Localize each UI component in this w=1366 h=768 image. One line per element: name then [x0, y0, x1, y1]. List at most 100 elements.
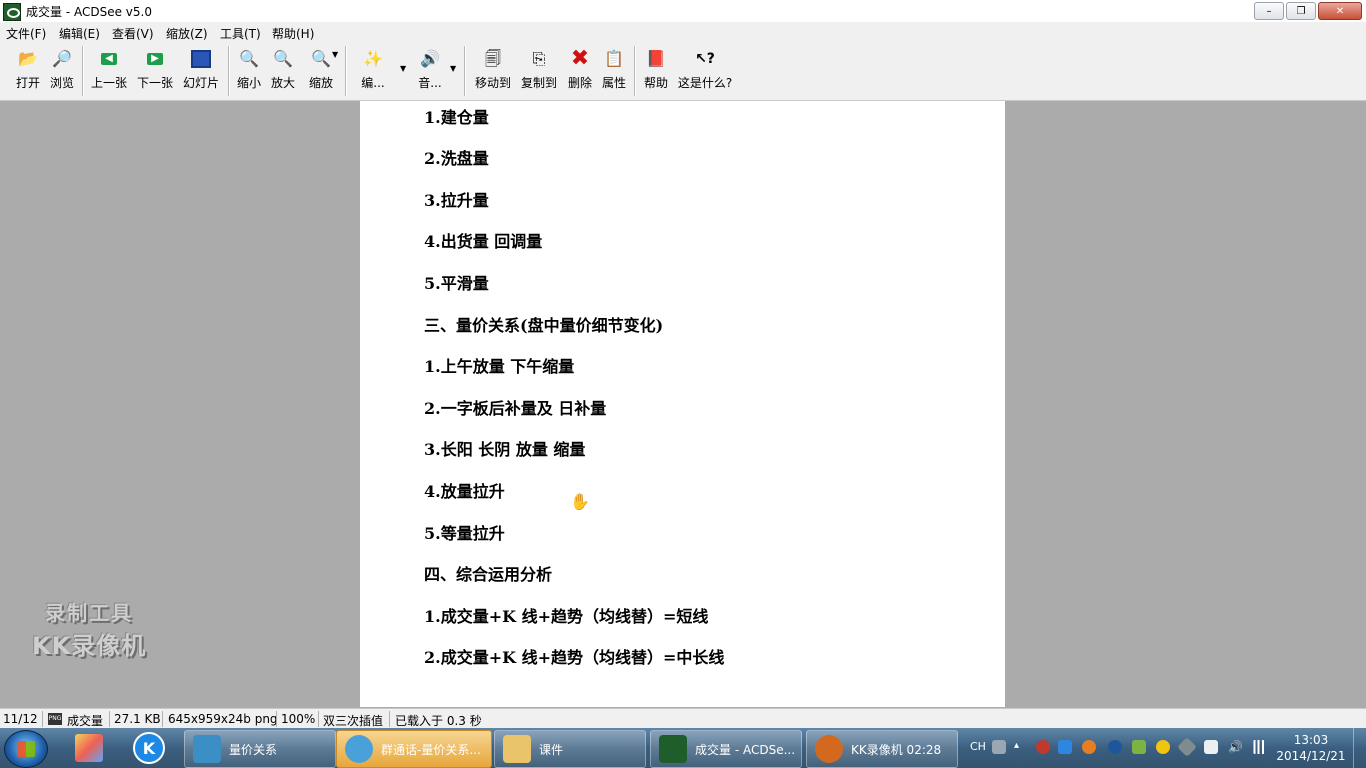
- taskbar-item[interactable]: 群通话-量价关系...: [336, 730, 492, 768]
- browse-button[interactable]: 🔎 浏览: [46, 48, 78, 91]
- status-filesize: 27.1 KB: [114, 712, 161, 726]
- clock-date: 2014/12/21: [1276, 749, 1346, 763]
- status-zoom: 100%: [281, 712, 316, 726]
- taskbar-item[interactable]: 课件: [494, 730, 646, 768]
- toolbar: 📂 打开 🔎 浏览 ◀ 上一张 ▶ 下一张 幻灯片 🔍 缩小 🔍 放大 🔍 缩放…: [0, 42, 1366, 101]
- doc-line: 3.长阳 长阴 放量 缩量: [424, 440, 586, 459]
- toolbar-separator: [82, 46, 84, 96]
- open-button[interactable]: 📂 打开: [12, 48, 44, 91]
- whats-this-icon: ↖?: [695, 51, 715, 67]
- zoom-in-button[interactable]: 🔍 放大: [268, 48, 298, 91]
- keyboard-icon[interactable]: [992, 740, 1006, 754]
- language-indicator[interactable]: CH: [970, 740, 986, 753]
- slideshow-icon: [190, 48, 212, 70]
- doc-line: 2.一字板后补量及 日补量: [424, 399, 607, 418]
- graduation-cap-icon: [193, 735, 221, 763]
- menu-edit[interactable]: 编辑(E): [59, 25, 100, 42]
- doc-line: 1.上午放量 下午缩量: [424, 357, 575, 376]
- volume-icon[interactable]: 🔊: [1228, 740, 1243, 754]
- network-diamond-icon[interactable]: [1177, 737, 1197, 757]
- menu-bar: 文件(F) 编辑(E) 查看(V) 缩放(Z) 工具(T) 帮助(H): [0, 22, 1366, 42]
- taskbar-item[interactable]: KK录像机 02:28: [806, 730, 958, 768]
- audio-dropdown-arrow-icon[interactable]: ▼: [450, 64, 456, 73]
- help-label: 帮助: [643, 76, 668, 90]
- next-label: 下一张: [136, 76, 173, 90]
- recorder-tray-icon[interactable]: [1082, 740, 1096, 754]
- image-viewer[interactable]: 1.建仓量 2.洗盘量 3.拉升量 4.出货量 回调量 5.平滑量 三、量价关系…: [0, 101, 1366, 707]
- properties-button[interactable]: 📋 属性: [600, 48, 628, 91]
- delete-button[interactable]: ✖ 删除: [566, 48, 594, 91]
- doc-line: 四、综合运用分析: [424, 565, 553, 584]
- audio-button[interactable]: 🔊 音...: [414, 48, 446, 91]
- pinned-kk-app-icon[interactable]: K: [132, 732, 166, 764]
- menu-file[interactable]: 文件(F): [6, 25, 46, 42]
- edit-button[interactable]: ✨ 编...: [356, 48, 390, 91]
- status-filename: 成交量: [67, 714, 104, 728]
- status-interpolation: 双三次插值: [323, 714, 384, 728]
- menu-view[interactable]: 查看(V): [112, 25, 154, 42]
- toolbar-separator: [464, 46, 466, 96]
- show-desktop-button[interactable]: [1353, 728, 1366, 768]
- pinned-paint-app-icon[interactable]: [72, 732, 106, 764]
- menu-tools[interactable]: 工具(T): [220, 25, 261, 42]
- zoom-in-icon: 🔍: [273, 49, 293, 68]
- whats-this-label: 这是什么?: [677, 76, 733, 90]
- move-to-label: 移动到: [474, 76, 511, 90]
- copy-to-icon: ⎘: [532, 49, 546, 68]
- previous-label: 上一张: [90, 76, 127, 90]
- shield-icon[interactable]: [1058, 740, 1072, 754]
- status-divider: [276, 711, 277, 727]
- acdsee-eye-icon: [659, 735, 687, 763]
- task-label: 成交量 - ACDSe...: [695, 743, 796, 757]
- task-label: 课件: [539, 743, 564, 757]
- menu-zoom[interactable]: 缩放(Z): [166, 25, 208, 42]
- usb-device-icon[interactable]: [1204, 740, 1218, 754]
- status-bar: 11/12 PNG 成交量 27.1 KB 645x959x24b png 10…: [0, 708, 1366, 729]
- zoom-dropdown-arrow-icon[interactable]: ▼: [332, 50, 338, 59]
- zoom-out-button[interactable]: 🔍 缩小: [234, 48, 264, 91]
- status-index: 11/12: [3, 712, 38, 726]
- help-button[interactable]: 📕 帮助: [642, 48, 670, 91]
- edit-dropdown-arrow-icon[interactable]: ▼: [400, 64, 406, 73]
- move-to-button[interactable]: 🗐 移动到: [474, 48, 512, 91]
- status-divider: [318, 711, 319, 727]
- folder-icon: [503, 735, 531, 763]
- acdsee-app-icon[interactable]: [3, 3, 21, 21]
- chevron-icon[interactable]: ▴: [1014, 740, 1028, 754]
- qq-icon[interactable]: [1156, 740, 1170, 754]
- maximize-button[interactable]: ❐: [1286, 2, 1316, 20]
- antivirus-icon[interactable]: [1036, 740, 1050, 754]
- signal-bars-icon[interactable]: [1252, 740, 1266, 754]
- copy-to-button[interactable]: ⎘ 复制到: [520, 48, 558, 91]
- menu-help[interactable]: 帮助(H): [272, 25, 314, 42]
- arrow-right-icon: ▶: [144, 48, 166, 70]
- doc-line: 三、量价关系(盘中量价细节变化): [424, 316, 664, 335]
- windows-taskbar: K 量价关系 群通话-量价关系... 课件 成交量 - ACDSe... KK录…: [0, 728, 1366, 768]
- previous-image-button[interactable]: ◀ 上一张: [88, 48, 130, 91]
- storage-icon[interactable]: [1132, 740, 1146, 754]
- zoom-in-label: 放大: [270, 76, 295, 90]
- properties-label: 属性: [601, 76, 626, 90]
- toolbar-separator: [634, 46, 636, 96]
- doc-line: 5.平滑量: [424, 274, 489, 293]
- taskbar-item[interactable]: 成交量 - ACDSe...: [650, 730, 802, 768]
- status-dimensions: 645x959x24b png: [168, 712, 278, 726]
- toolbar-separator: [228, 46, 230, 96]
- slideshow-label: 幻灯片: [182, 76, 219, 90]
- doc-line: 2.洗盘量: [424, 149, 489, 168]
- bluetooth-icon[interactable]: [1108, 740, 1122, 754]
- status-divider: [389, 711, 390, 727]
- arrow-left-icon: ◀: [98, 48, 120, 70]
- system-clock[interactable]: 13:03 2014/12/21: [1272, 732, 1350, 764]
- whats-this-button[interactable]: ↖? 这是什么?: [676, 48, 734, 91]
- close-button[interactable]: ✕: [1318, 2, 1362, 20]
- slideshow-button[interactable]: 幻灯片: [180, 48, 222, 91]
- watermark-line1: 录制工具: [45, 601, 134, 625]
- task-label: 群通话-量价关系...: [381, 743, 481, 757]
- next-image-button[interactable]: ▶ 下一张: [134, 48, 176, 91]
- doc-line: 4.放量拉升: [424, 482, 505, 501]
- speaker-icon: 🔊: [420, 49, 440, 68]
- minimize-button[interactable]: –: [1254, 2, 1284, 20]
- taskbar-item[interactable]: 量价关系: [184, 730, 336, 768]
- start-button[interactable]: [4, 730, 48, 768]
